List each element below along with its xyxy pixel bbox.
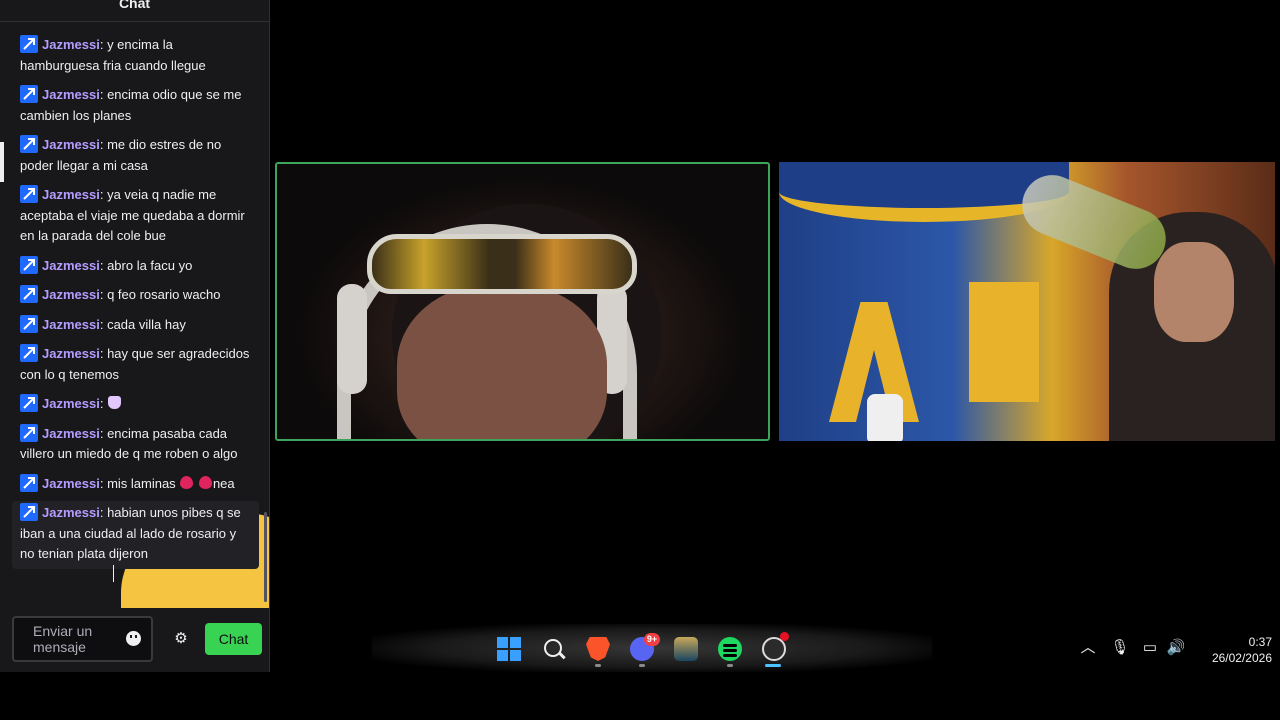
text-cursor — [113, 565, 119, 582]
clock-date: 26/02/2026 — [1211, 651, 1272, 665]
chat-username[interactable]: Jazmessi — [42, 346, 100, 361]
microphone-icon[interactable]: 🎙 — [1110, 638, 1130, 658]
chat-username[interactable]: Jazmessi — [42, 317, 100, 332]
broken-heart-emoji-icon — [198, 475, 212, 489]
chat-username[interactable]: Jazmessi — [42, 187, 100, 202]
chat-message: Jazmessi: cada villa hay — [0, 313, 269, 340]
running-indicator — [595, 664, 601, 667]
chat-text: abro la facu yo — [107, 257, 193, 273]
chat-username[interactable]: Jazmessi — [42, 258, 100, 273]
discord-notification-badge: 9+ — [644, 633, 660, 646]
taskbar: 9+ ︿ 🎙 ▭ 🔊 0:37 26/02/2026 — [272, 624, 1280, 672]
badge-icon — [20, 255, 38, 274]
badge-icon — [20, 473, 38, 492]
badge-icon — [20, 285, 38, 303]
chevron-up-icon[interactable]: ︿ — [1078, 638, 1098, 658]
bottle — [1013, 166, 1175, 278]
webcam-person-face — [1154, 242, 1234, 342]
chat-text-suffix: nea — [212, 475, 235, 491]
sunglasses — [367, 234, 637, 294]
chat-username[interactable]: Jazmessi — [42, 37, 100, 52]
badge-icon — [20, 394, 38, 412]
chat-message: Jazmessi: ya veia q nadie me aceptaba el… — [20, 185, 245, 243]
chat-username[interactable]: Jazmessi — [42, 505, 100, 520]
chat-input-placeholder: Enviar un mensaje — [33, 623, 93, 655]
chat-title: Chat — [118, 0, 151, 11]
volume-icon[interactable]: 🔊 — [1166, 638, 1186, 658]
chat-header: Chat — [0, 0, 269, 22]
network-icon[interactable]: ▭ — [1140, 638, 1160, 658]
badge-icon — [20, 423, 38, 442]
send-chat-button[interactable]: Chat — [205, 623, 262, 655]
headphone-cup — [337, 284, 367, 394]
broken-heart-emoji-icon — [180, 475, 194, 489]
chat-username[interactable]: Jazmessi — [42, 476, 100, 491]
chat-username[interactable]: Jazmessi — [42, 426, 100, 441]
chat-panel: Chat Jazmessi: y encima la hamburguesa f… — [0, 0, 270, 672]
chat-message: Jazmessi: me dio estres de no poder lleg… — [20, 135, 222, 173]
chat-username[interactable]: Jazmessi — [42, 396, 100, 411]
badge-icon — [20, 314, 38, 333]
chat-message: Jazmessi: abro la facu yo — [0, 254, 269, 281]
badge-icon — [20, 185, 38, 203]
chat-message-input[interactable]: Enviar un mensaje — [12, 616, 153, 662]
running-indicator — [639, 664, 645, 667]
badge-icon — [20, 344, 38, 362]
chat-message: Jazmessi: encima odio que se me cambien … — [20, 85, 242, 123]
white-cup — [867, 394, 903, 441]
league-of-legends-icon[interactable] — [674, 637, 698, 661]
praying-hands-emoji-icon — [108, 396, 122, 409]
clock-time: 0:37 — [1248, 635, 1272, 649]
badge-icon — [20, 135, 38, 153]
chat-username[interactable]: Jazmessi — [42, 87, 100, 102]
chat-message: Jazmessi: — [0, 392, 269, 608]
recording-indicator — [780, 632, 789, 641]
chat-message: Jazmessi: encima pasaba cada villero un … — [20, 423, 238, 461]
chat-text: q feo rosario wacho — [107, 287, 221, 302]
webcam-left — [275, 162, 770, 441]
flag-letter-shape — [969, 282, 1039, 402]
badge-icon — [20, 35, 38, 53]
chat-message: Jazmessi: hay que ser agradecidos con lo… — [20, 344, 250, 382]
chat-message-hovered: Jazmessi: habian unos pibes q se iban a … — [12, 501, 259, 569]
chat-message: Jazmessi: y encima la hamburguesa fria c… — [20, 35, 206, 73]
system-clock[interactable]: 0:37 26/02/2026 — [1192, 634, 1272, 666]
badge-icon — [20, 503, 38, 521]
webcam-person-face — [397, 284, 607, 439]
chat-text: mis laminas — [107, 475, 176, 491]
chat-messages[interactable]: Jazmessi: y encima la hamburguesa fria c… — [0, 33, 269, 608]
spotify-icon[interactable] — [718, 637, 742, 661]
chat-scrollbar[interactable] — [264, 512, 267, 602]
chat-username[interactable]: Jazmessi — [42, 287, 100, 302]
webcam-right — [779, 162, 1275, 441]
chat-message: Jazmessi: mis laminas nea — [0, 472, 269, 499]
chat-text: cada villa hay — [107, 316, 186, 332]
search-icon[interactable] — [542, 637, 566, 661]
edge-marker — [0, 142, 4, 182]
badge-icon — [20, 85, 38, 103]
chat-username[interactable]: Jazmessi — [42, 137, 100, 152]
gear-icon[interactable]: ⚙ — [172, 630, 190, 648]
active-app-indicator — [765, 664, 781, 667]
chat-message: Jazmessi: q feo rosario wacho — [0, 283, 269, 310]
windows-start-icon[interactable] — [497, 637, 521, 661]
running-indicator — [727, 664, 733, 667]
emoji-icon[interactable] — [126, 631, 141, 646]
